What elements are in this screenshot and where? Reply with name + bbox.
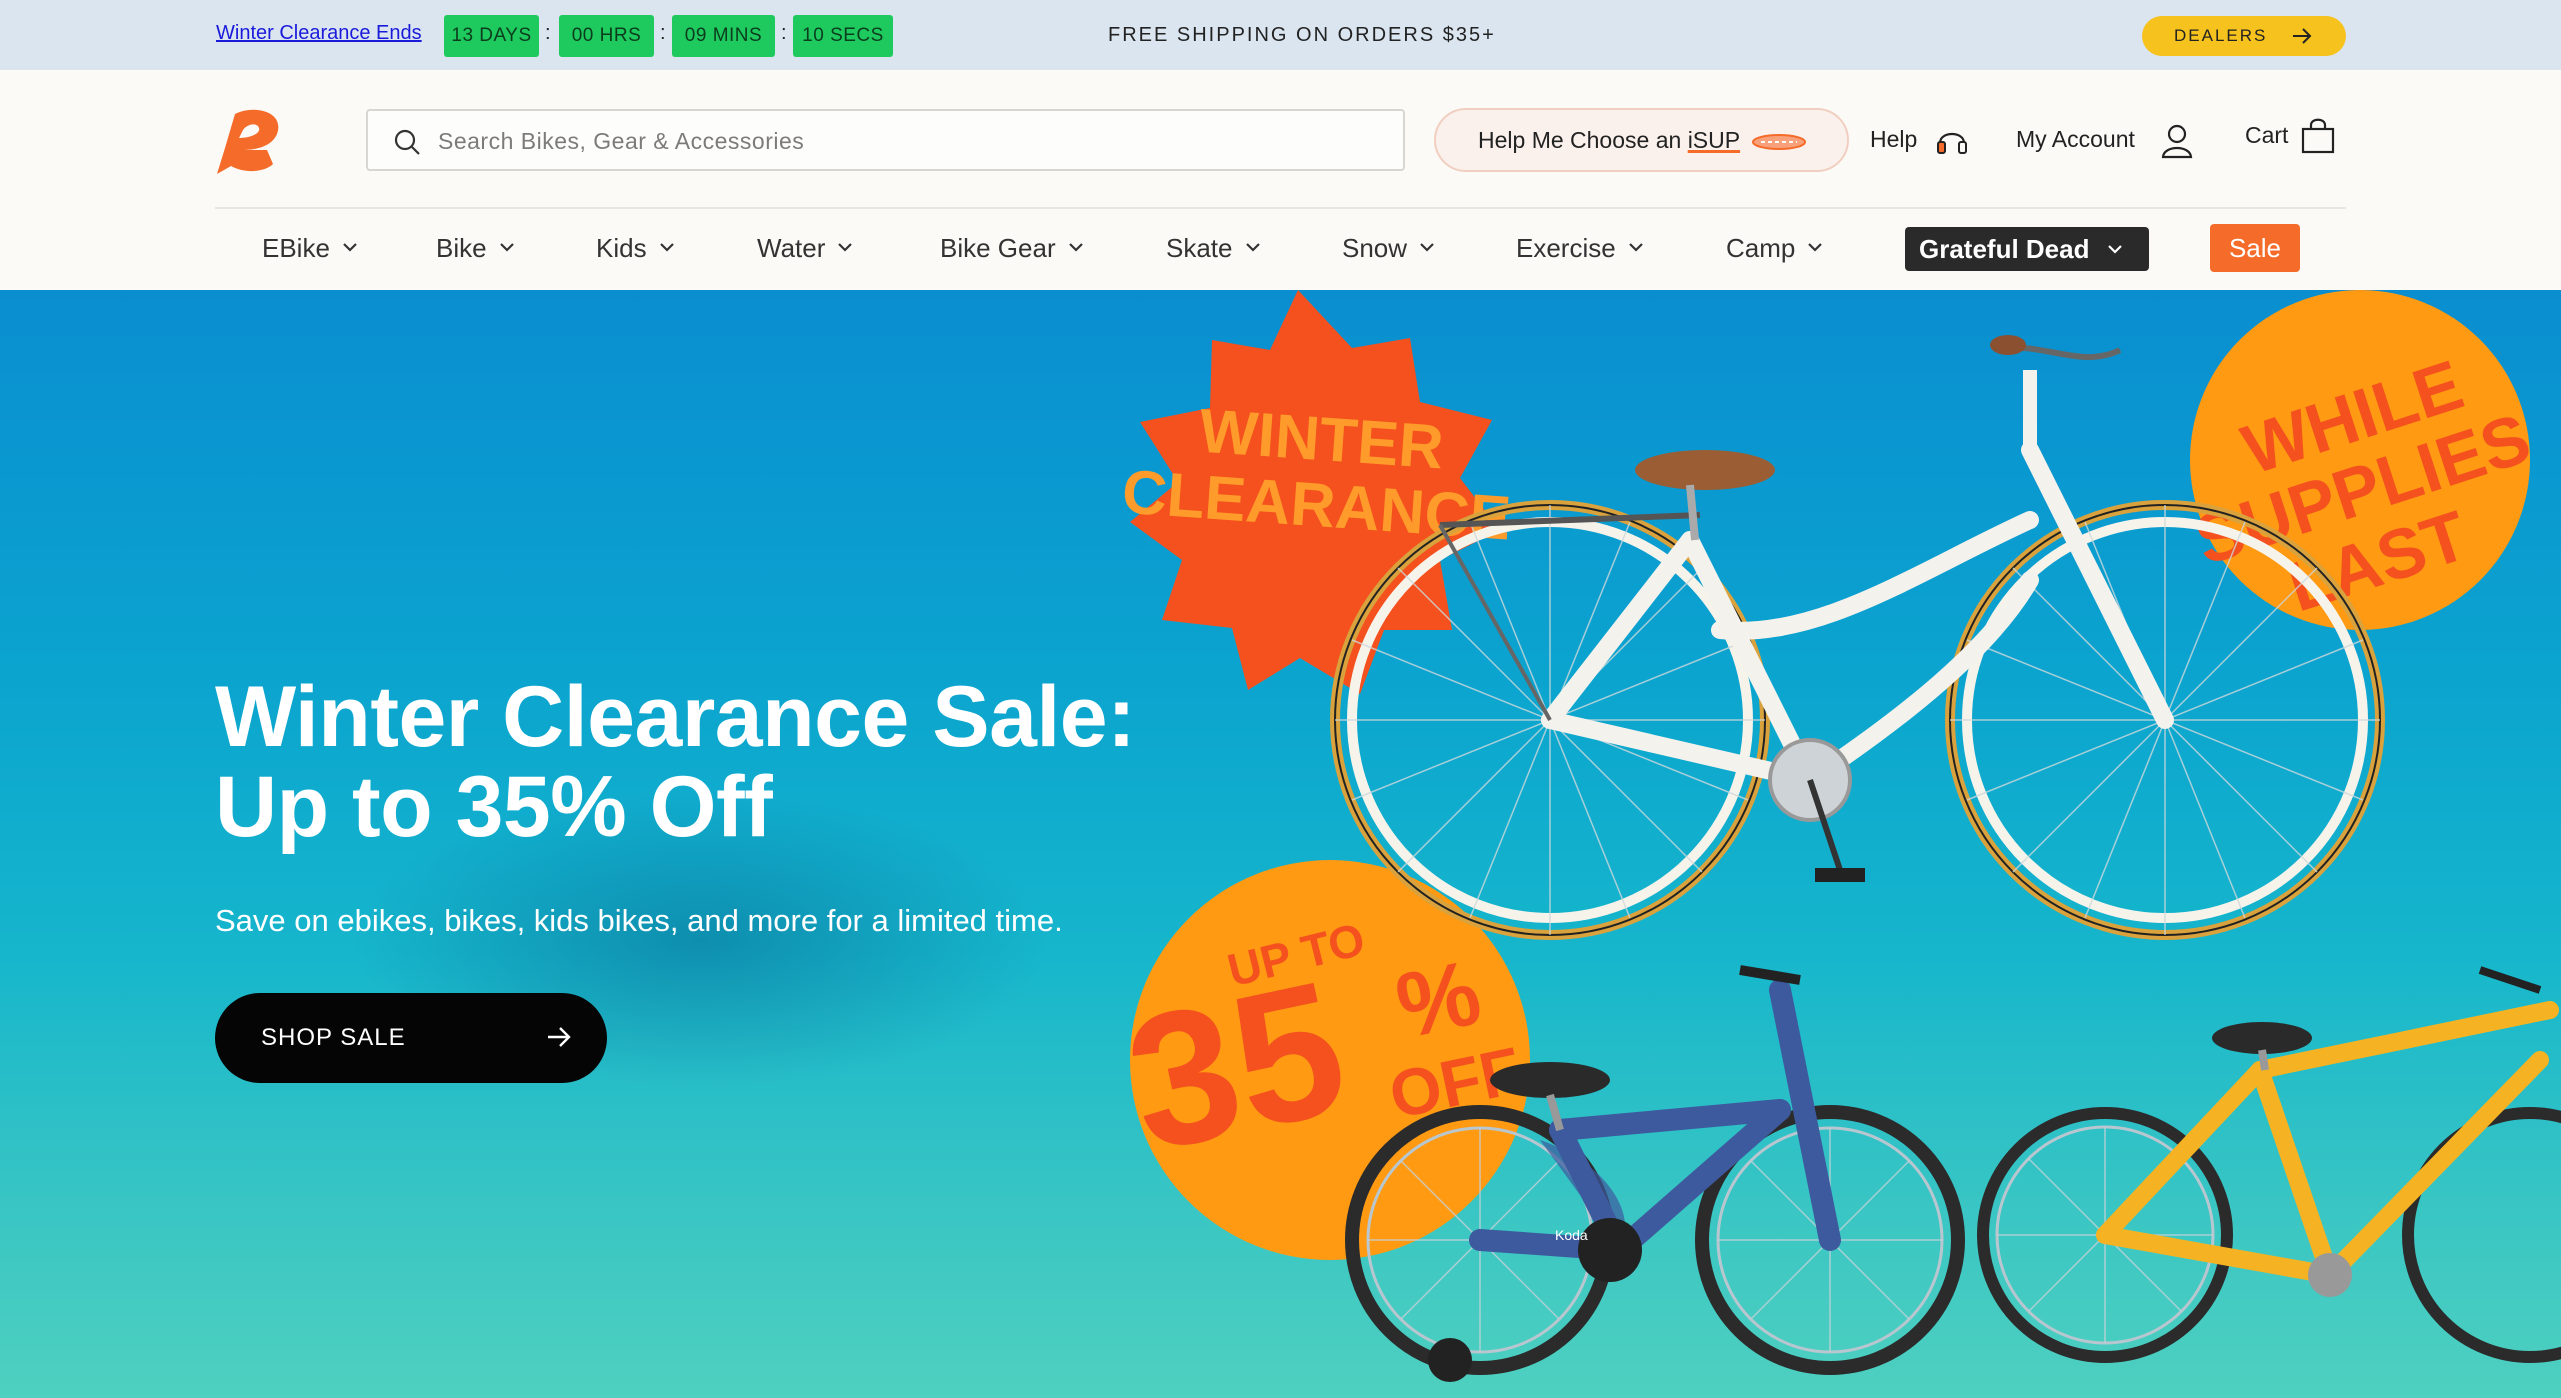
arrow-right-icon <box>2293 28 2312 44</box>
chevron-down-icon <box>343 243 357 252</box>
cart-link[interactable]: Cart <box>2245 122 2288 149</box>
hero-title: Winter Clearance Sale: Up to 35% Off <box>215 672 1195 852</box>
countdown-separator: : <box>545 22 551 44</box>
winter-clearance-badge: WINTER CLEARANCE <box>1120 290 1513 694</box>
chevron-down-icon <box>1808 243 1823 252</box>
chevron-down-icon <box>2108 245 2122 254</box>
chevron-down-icon <box>1628 243 1643 252</box>
nav-label: Water <box>757 233 826 263</box>
countdown-separator: : <box>660 22 666 44</box>
nav-label: Bike <box>436 233 487 263</box>
shop-sale-button[interactable]: SHOP SALE <box>215 993 607 1083</box>
dealers-button[interactable]: DEALERS <box>2142 16 2346 56</box>
discount-badge-number: 35 <box>1111 941 1362 1192</box>
chevron-down-icon <box>499 243 514 252</box>
site-header: Help Me Choose an iSUP Help My Account C… <box>0 70 2561 290</box>
dealers-label: DEALERS <box>2174 26 2268 45</box>
nav-bike[interactable]: Bike <box>436 233 515 264</box>
nav-sale[interactable]: Sale <box>2210 224 2300 272</box>
headset-icon[interactable] <box>1935 123 1969 157</box>
chevron-down-icon <box>659 243 674 252</box>
countdown-mins: 09 MINS <box>672 15 775 57</box>
search-bar[interactable] <box>366 109 1405 171</box>
nav-bike-gear[interactable]: Bike Gear <box>940 233 1084 264</box>
nav-label: Kids <box>596 233 647 263</box>
nav-skate[interactable]: Skate <box>1166 233 1261 264</box>
shop-sale-label: SHOP SALE <box>261 1024 406 1051</box>
free-shipping-notice: FREE SHIPPING ON ORDERS $35+ <box>1108 24 1496 46</box>
while-supplies-badge: WHILE SUPPLIES LAST <box>2186 290 2539 630</box>
my-account-link[interactable]: My Account <box>2016 126 2135 153</box>
nav-kids[interactable]: Kids <box>596 233 675 264</box>
nav-grateful-dead[interactable]: Grateful Dead <box>1905 227 2149 271</box>
hero-subtitle: Save on ebikes, bikes, kids bikes, and m… <box>215 903 1063 938</box>
shopping-bag-icon[interactable] <box>2300 116 2336 154</box>
nav-ebike[interactable]: EBike <box>262 233 358 264</box>
chevron-down-icon <box>1245 243 1260 252</box>
nav-label: Bike Gear <box>940 233 1056 263</box>
countdown-link[interactable]: Winter Clearance Ends <box>216 22 422 45</box>
user-icon[interactable] <box>2160 123 2194 159</box>
yellow-bike-image <box>1977 966 2561 1363</box>
chevron-down-icon <box>1420 243 1434 252</box>
nav-label: EBike <box>262 233 330 263</box>
header-divider <box>215 207 2346 209</box>
countdown-secs: 10 SECS <box>793 15 893 57</box>
chevron-down-icon <box>1068 243 1083 252</box>
nav-label: Grateful Dead <box>1919 234 2090 264</box>
promo-bar: Winter Clearance Ends 13 DAYS : 00 HRS :… <box>0 0 2561 70</box>
help-me-choose-button[interactable]: Help Me Choose an iSUP <box>1434 108 1849 172</box>
countdown-hours: 00 HRS <box>559 15 654 57</box>
nav-label: Exercise <box>1516 233 1616 263</box>
paddleboard-icon <box>1752 134 1806 150</box>
nav-water[interactable]: Water <box>757 233 853 264</box>
search-icon <box>394 129 420 155</box>
help-choose-label: Help Me Choose an <box>1478 127 1688 153</box>
arrow-right-icon <box>548 1027 571 1047</box>
hero-title-line2: Up to 35% Off <box>215 759 773 855</box>
countdown-days: 13 DAYS <box>444 15 539 57</box>
chevron-down-icon <box>838 243 853 252</box>
nav-label: Snow <box>1342 233 1408 263</box>
nav-camp[interactable]: Camp <box>1726 233 1823 264</box>
hero-title-line1: Winter Clearance Sale: <box>215 669 1136 765</box>
nav-exercise[interactable]: Exercise <box>1516 233 1644 264</box>
brand-logo[interactable] <box>215 108 291 174</box>
hero-banner: WINTER CLEARANCE WHILE SUPPLIES LAST UP … <box>0 290 2561 1398</box>
nav-snow[interactable]: Snow <box>1342 233 1435 264</box>
help-choose-product: iSUP <box>1687 127 1741 153</box>
kids-bike-model: Koda <box>1555 1227 1588 1243</box>
help-link[interactable]: Help <box>1870 126 1917 153</box>
nav-label: Camp <box>1726 233 1796 263</box>
nav-label: Skate <box>1166 233 1233 263</box>
search-input[interactable] <box>438 123 1338 159</box>
countdown-separator: : <box>781 22 787 44</box>
